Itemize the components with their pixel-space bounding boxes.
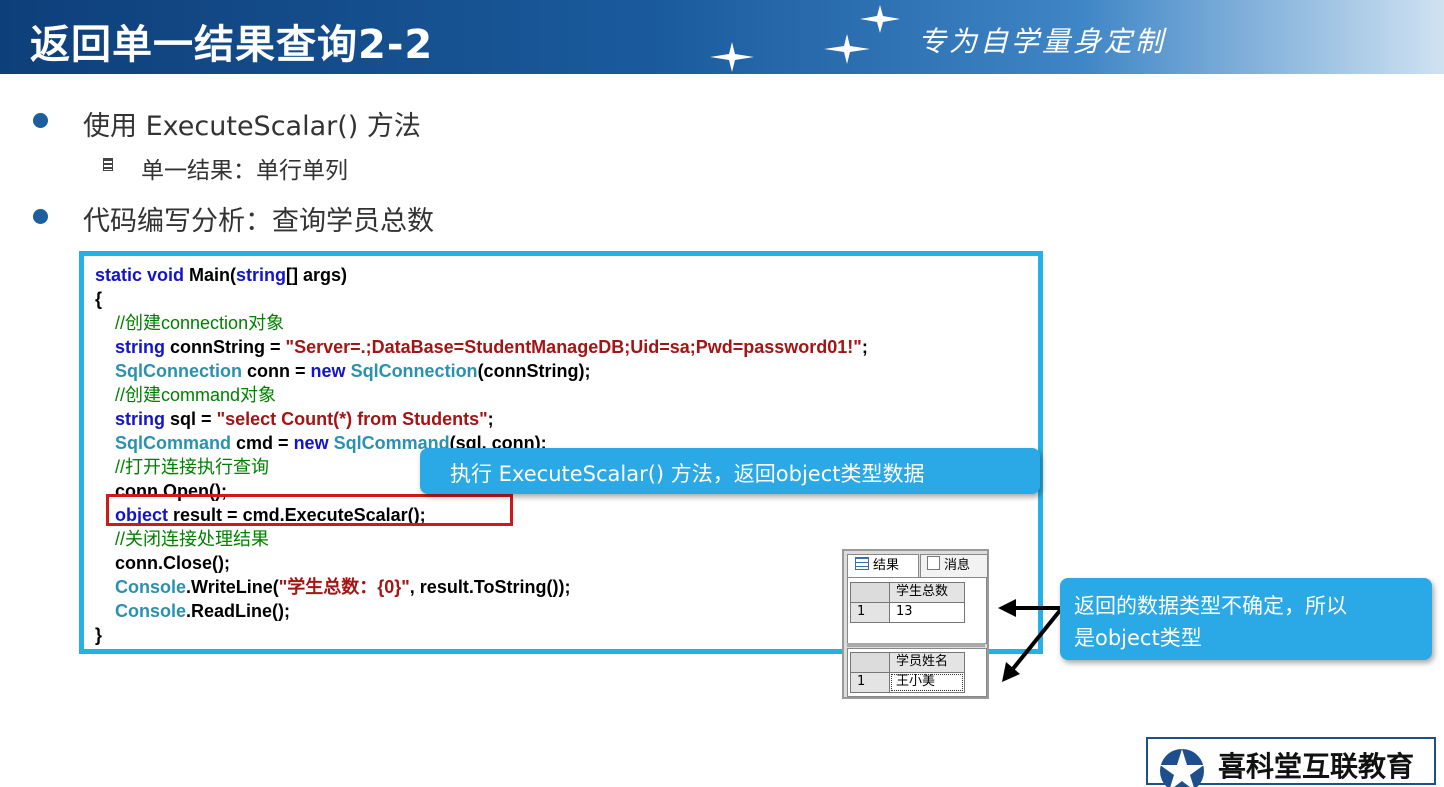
code-token: .WriteLine( — [186, 577, 279, 597]
code-token: .ReadLine(); — [186, 601, 291, 621]
sub-bullet-icon — [103, 158, 113, 171]
code-comment: //关闭连接处理结果 — [115, 529, 270, 549]
code-token: SqlConnection — [350, 361, 478, 381]
callout-return-line2: 是object类型 — [1074, 626, 1202, 650]
sparkle-icon — [710, 42, 754, 72]
code-string: "select Count(*) from Students" — [216, 409, 488, 429]
code-token: { — [95, 289, 103, 309]
highlight-box — [106, 494, 513, 526]
tab-messages[interactable]: 消息 — [920, 554, 988, 578]
code-token: Console — [115, 601, 187, 621]
grid-corner — [850, 652, 890, 673]
code-token: string — [236, 265, 287, 285]
grid-icon — [855, 557, 869, 570]
code-string: "Server=.;DataBase=StudentManageDB;Uid=s… — [285, 337, 862, 357]
code-string: "学生总数：{0}" — [278, 577, 410, 597]
tab-results[interactable]: 结果 — [847, 554, 919, 578]
tab-results-label: 结果 — [873, 558, 900, 573]
code-token: conn.Close(); — [115, 553, 231, 573]
slogan-text: 专为自学量身定制 — [918, 25, 1167, 58]
row-number: 1 — [850, 672, 890, 693]
code-token: Main( — [184, 265, 237, 285]
code-comment: //创建connection对象 — [115, 313, 285, 333]
grid-corner — [850, 582, 890, 603]
code-token: string — [115, 337, 166, 357]
slide-title: 返回单一结果查询2-2 — [30, 22, 434, 68]
column-header: 学员姓名 — [889, 652, 965, 673]
code-token: SqlCommand — [115, 433, 232, 453]
sub-bullet-text: 单一结果：单行单列 — [141, 158, 348, 184]
callout-execute-text: 执行 ExecuteScalar() 方法，返回object类型数据 — [450, 462, 925, 486]
code-comment: //打开连接执行查询 — [115, 457, 270, 477]
results-grid-panel: 结果 消息 学生总数 1 13 学员姓名 1 王小美 — [842, 549, 989, 699]
bullet-dot-icon — [33, 209, 48, 224]
callout-return-type: 返回的数据类型不确定，所以 是object类型 — [1060, 578, 1432, 660]
row-number: 1 — [850, 602, 890, 623]
code-token: (connString); — [477, 361, 591, 381]
star-emblem-icon — [1160, 749, 1204, 787]
code-token: Console — [115, 577, 187, 597]
code-token: [] args) — [286, 265, 348, 285]
code-token: SqlConnection — [115, 361, 243, 381]
code-token: conn = — [242, 361, 311, 381]
tab-messages-label: 消息 — [944, 558, 971, 573]
code-token: ; — [861, 337, 868, 357]
bullet-text: 代码编写分析：查询学员总数 — [83, 206, 434, 237]
bullet-text: 使用 ExecuteScalar() 方法 — [83, 111, 421, 142]
message-icon — [927, 556, 940, 570]
callout-return-line1: 返回的数据类型不确定，所以 — [1074, 594, 1347, 618]
code-token: sql = — [165, 409, 217, 429]
code-token: new — [310, 361, 346, 381]
arrow-icon — [998, 599, 1064, 682]
bullet-dot-icon — [33, 113, 48, 128]
brand-logo: 喜科堂互联教育 — [1146, 737, 1436, 787]
title-banner: 返回单一结果查询2-2 专为自学量身定制 — [0, 0, 1444, 74]
code-token: } — [95, 625, 103, 645]
grid-divider — [847, 643, 985, 647]
column-header: 学生总数 — [889, 582, 965, 603]
code-token: connString = — [165, 337, 286, 357]
code-token: string — [115, 409, 166, 429]
code-comment: //创建command对象 — [115, 385, 277, 405]
table-cell: 13 — [889, 602, 965, 623]
sparkle-icon — [860, 5, 900, 33]
code-token: ; — [487, 409, 494, 429]
table-cell: 王小美 — [889, 672, 965, 693]
callout-execute: 执行 ExecuteScalar() 方法，返回object类型数据 — [420, 448, 1040, 494]
code-token: cmd = — [231, 433, 294, 453]
code-token: new — [293, 433, 329, 453]
code-token: , result.ToString()); — [409, 577, 571, 597]
sparkle-icon — [824, 34, 870, 64]
logo-text: 喜科堂互联教育 — [1218, 750, 1415, 783]
code-token: static void — [95, 265, 185, 285]
